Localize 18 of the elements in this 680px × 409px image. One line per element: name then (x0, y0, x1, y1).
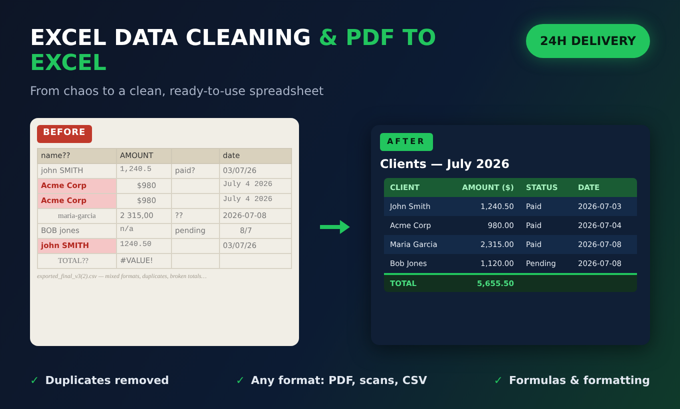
table-cell (172, 238, 220, 253)
feature-text: Any format: PDF, scans, CSV (251, 373, 428, 389)
check-icon: ✓ (236, 373, 246, 390)
check-icon: ✓ (494, 373, 504, 390)
delivery-badge: 24H DELIVERY (526, 24, 650, 58)
headline: EXCEL DATA CLEANING & PDF TO EXCEL (30, 26, 438, 76)
sheet-title: Clients — July 2026 (380, 156, 510, 173)
subtitle: From chaos to a clean, ready-to-use spreadsheet (30, 83, 325, 100)
arrow-icon (320, 220, 350, 234)
table-cell (172, 253, 220, 268)
table-cell (172, 178, 220, 193)
feature-text: Duplicates removed (45, 373, 170, 389)
table-header-cell (172, 148, 220, 163)
feature-text: Formulas & formatting (509, 373, 650, 389)
before-label: BEFORE (37, 125, 92, 142)
check-icon: ✓ (30, 373, 40, 390)
after-label: AFTER (380, 133, 433, 151)
table-cell (172, 193, 220, 208)
